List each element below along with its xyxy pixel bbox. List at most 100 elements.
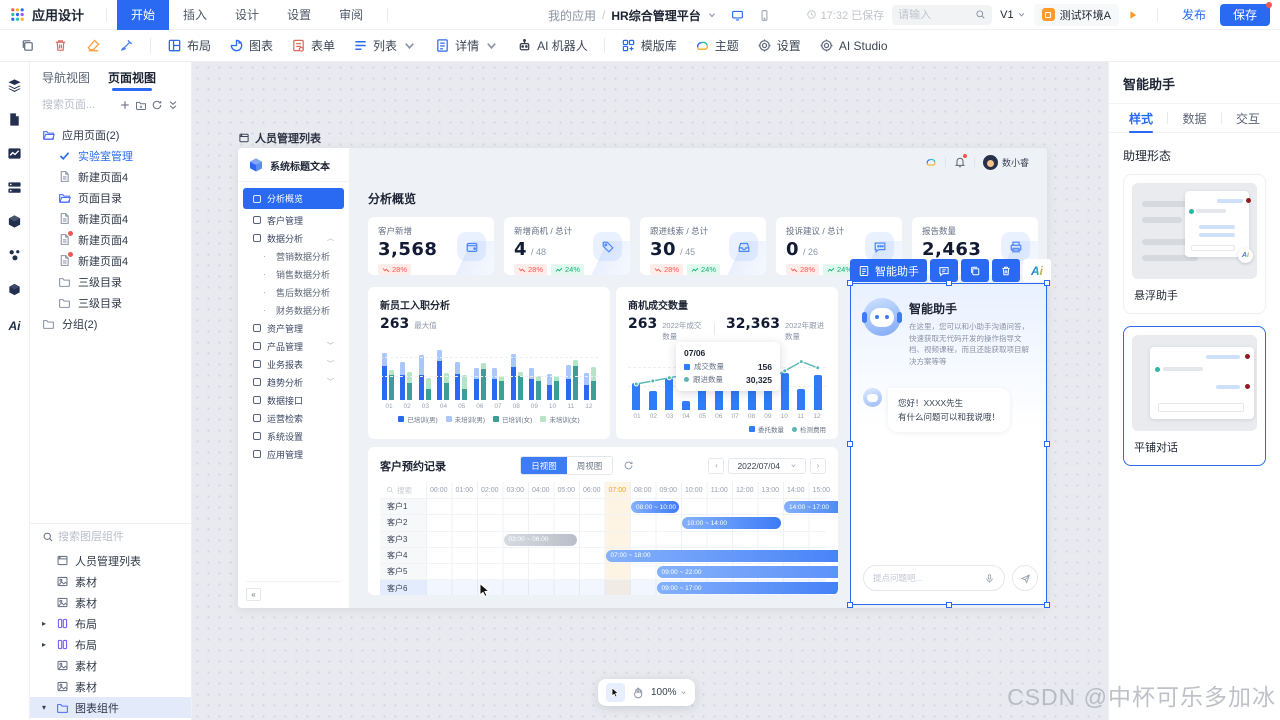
gantt-row[interactable]: 客户303:00 ~ 06:00 (380, 531, 826, 547)
gantt-row[interactable]: 客户509:00 ~ 22:00 (380, 563, 826, 579)
ribbon-layout-button[interactable]: 布局 (159, 33, 219, 59)
zoom-level[interactable]: 100% (651, 687, 687, 698)
pages-tab[interactable]: 导航视图 (42, 62, 90, 92)
notifications[interactable] (954, 156, 966, 168)
gantt-bar[interactable]: 09:00 ~ 17:00 (657, 582, 839, 594)
layer-item[interactable]: 人员管理列表 (30, 550, 191, 571)
selection-handle[interactable] (1044, 441, 1050, 447)
layer-item[interactable]: 素材 (30, 676, 191, 697)
layer-item[interactable]: 素材 (30, 655, 191, 676)
chart-card-onboarding[interactable]: 新员工入职分析 263 最大值 010203040506070809101112… (368, 287, 610, 439)
tree-item[interactable]: 新建页面4 (30, 250, 191, 271)
gantt-row[interactable]: 客户210:00 ~ 14:00 (380, 514, 826, 530)
refresh-icon[interactable] (623, 460, 634, 471)
prev-day-button[interactable]: ‹ (708, 458, 724, 474)
mock-menu-item[interactable]: 数据接口 (243, 391, 344, 409)
panel-tab-交互[interactable]: 交互 (1230, 103, 1266, 133)
refresh-icon[interactable] (151, 99, 163, 111)
publish-button[interactable]: 发布 (1176, 6, 1212, 23)
mock-menu-item[interactable]: 财务数据分析 (243, 301, 344, 319)
assistant-input[interactable] (863, 565, 1005, 591)
mock-menu-item[interactable]: 运营检索 (243, 409, 344, 427)
ribbon-clear-button[interactable] (111, 33, 142, 59)
menu-tab[interactable]: 开始 (117, 0, 169, 30)
ribbon-ai-robot-button[interactable]: AI 机器人 (509, 33, 596, 59)
mock-menu-item[interactable]: 客户管理 (243, 211, 344, 229)
layer-item[interactable]: ▾图表组件 (30, 697, 191, 718)
ribbon-detail-button[interactable]: 详情 (427, 33, 507, 59)
component-label-button[interactable]: 智能助手 (850, 259, 927, 282)
gantt-row[interactable]: 客户407:00 ~ 18:00 (380, 547, 826, 563)
mock-menu-item[interactable]: 应用管理 (243, 445, 344, 463)
version-select[interactable]: V1 (1000, 9, 1025, 21)
date-picker[interactable]: 2022/07/04 (728, 458, 806, 474)
ribbon-delete-button[interactable] (45, 33, 76, 59)
select-tool[interactable] (606, 683, 625, 702)
stat-card[interactable]: 新增商机 / 总计4/ 4828%24% (504, 217, 630, 275)
send-button[interactable] (1012, 565, 1038, 591)
mock-menu-item[interactable]: 产品管理﹀ (243, 337, 344, 355)
collapse-all-icon[interactable] (167, 99, 179, 111)
microphone-icon[interactable] (984, 573, 995, 584)
ribbon-chart-button[interactable]: 图表 (221, 33, 281, 59)
sidebar-collapse-button[interactable]: « (246, 588, 261, 601)
selection-handle[interactable] (847, 441, 853, 447)
selection-handle[interactable] (946, 280, 952, 286)
artboard-label[interactable]: 人员管理列表 (238, 130, 321, 146)
tree-item[interactable]: 分组(2) (30, 313, 191, 334)
add-page-icon[interactable] (119, 99, 131, 111)
rail-cube-button[interactable] (7, 282, 22, 300)
rail-box-button[interactable] (7, 214, 22, 232)
mock-menu-item[interactable]: 营销数据分析 (243, 247, 344, 265)
mock-menu-item[interactable]: 数据分析︿ (243, 229, 344, 247)
assistant-input-field[interactable] (873, 573, 984, 583)
ribbon-settings-button[interactable]: 设置 (749, 33, 809, 59)
gantt-row[interactable]: 客户108:00 ~ 10:0014:00 ~ 17:00 (380, 498, 826, 514)
caret-right-icon[interactable]: ▸ (42, 640, 46, 649)
mock-menu-item[interactable]: 资产管理 (243, 319, 344, 337)
assistant-mode-tiled[interactable]: 平铺对话 (1123, 326, 1266, 466)
caret-down-icon[interactable]: ▾ (42, 703, 46, 712)
stat-card[interactable]: 客户新增3,56828% (368, 217, 494, 275)
mock-menu-item[interactable]: 分析概览 (243, 188, 344, 209)
delete-button[interactable] (992, 259, 1020, 282)
mock-menu-item[interactable]: 销售数据分析 (243, 265, 344, 283)
menu-tab[interactable]: 设置 (273, 0, 325, 30)
gantt-search-cell[interactable]: 搜索 (380, 482, 426, 498)
selection-handle[interactable] (1044, 280, 1050, 286)
menu-tab[interactable]: 设计 (221, 0, 273, 30)
ribbon-eraser-button[interactable] (78, 33, 109, 59)
layer-item[interactable]: 素材 (30, 571, 191, 592)
duplicate-button[interactable] (961, 259, 989, 282)
selection-handle[interactable] (847, 280, 853, 286)
gantt-view-日视图[interactable]: 日视图 (521, 457, 567, 474)
layer-item[interactable]: ▸布局 (30, 634, 191, 655)
tree-item[interactable]: 三级目录 (30, 292, 191, 313)
layers-search-input[interactable] (58, 531, 179, 543)
menu-tab[interactable]: 审阅 (325, 0, 377, 30)
selection-handle[interactable] (946, 602, 952, 608)
selection-handle[interactable] (1044, 602, 1050, 608)
panel-tab-数据[interactable]: 数据 (1176, 103, 1212, 133)
breadcrumb-parent[interactable]: 我的应用 (548, 7, 596, 24)
cloud-icon[interactable] (925, 156, 937, 168)
pan-tool-icon[interactable] (632, 687, 644, 699)
tree-item[interactable]: 实验室管理 (30, 145, 191, 166)
rail-rows-button[interactable] (7, 180, 22, 198)
tree-item[interactable]: 应用页面(2) (30, 124, 191, 145)
gantt-bar[interactable]: 07:00 ~ 18:00 (606, 550, 839, 562)
gantt-view-周视图[interactable]: 周视图 (567, 457, 613, 474)
layer-item[interactable]: 素材 (30, 592, 191, 613)
rail-aidark-button[interactable]: Ai (9, 316, 21, 334)
tree-item[interactable]: 新建页面4 (30, 229, 191, 250)
gantt-bar[interactable]: 08:00 ~ 10:00 (631, 501, 679, 513)
design-canvas[interactable]: 人员管理列表 系统标题文本 分析概览客户管理数据分析︿营销数据分析销售数据分析售… (192, 62, 1108, 720)
tree-item[interactable]: 新建页面4 (30, 166, 191, 187)
rail-chartline-button[interactable] (7, 146, 22, 164)
gantt-bar[interactable]: 10:00 ~ 14:00 (682, 517, 781, 529)
tree-item[interactable]: 三级目录 (30, 271, 191, 292)
mock-menu-item[interactable]: 业务报表﹀ (243, 355, 344, 373)
preview-run-button[interactable] (1127, 9, 1139, 21)
ribbon-form-button[interactable]: 表单 (283, 33, 343, 59)
environment-select[interactable]: 测试环境A (1034, 4, 1119, 26)
